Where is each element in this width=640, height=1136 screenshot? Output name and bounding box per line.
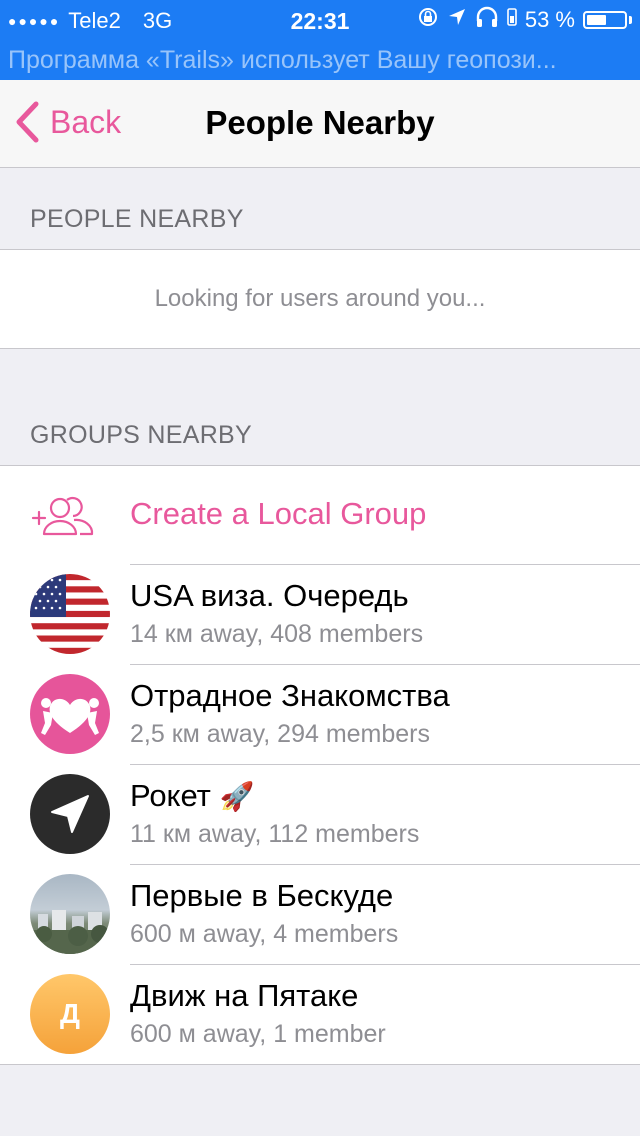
heart-couple-avatar bbox=[30, 674, 110, 754]
group-distance-members: 14 км away, 408 members bbox=[130, 620, 424, 648]
row-separator bbox=[130, 664, 640, 665]
group-row-otradnoe[interactable]: Отрадное Знакомства 2,5 км away, 294 mem… bbox=[0, 664, 640, 764]
navigation-bar: Back People Nearby bbox=[0, 80, 640, 168]
group-row-rocket[interactable]: Рокет 🚀 11 км away, 112 members bbox=[0, 764, 640, 864]
group-distance-members: 600 м away, 4 members bbox=[130, 920, 399, 948]
group-name: USA виза. Очередь bbox=[130, 578, 409, 613]
location-arrow-avatar bbox=[30, 774, 110, 854]
row-separator bbox=[130, 964, 640, 965]
group-distance-members: 11 км away, 112 members bbox=[130, 820, 420, 848]
group-distance-members: 600 м away, 1 member bbox=[130, 1020, 386, 1048]
group-row-usa-visa[interactable]: USA виза. Очередь 14 км away, 408 member… bbox=[0, 564, 640, 664]
battery-tip bbox=[629, 16, 632, 24]
groups-nearby-header: GROUPS NEARBY bbox=[30, 421, 253, 449]
location-usage-banner[interactable]: Программа «Trails» использует Вашу геопо… bbox=[0, 40, 640, 80]
row-separator bbox=[130, 864, 640, 865]
row-separator bbox=[130, 564, 640, 565]
group-row-beskudnikovo[interactable]: Первые в Бескуде 600 м away, 4 members bbox=[0, 864, 640, 964]
group-name-text: Рокет bbox=[130, 778, 211, 813]
usa-flag-avatar bbox=[30, 574, 110, 654]
group-name: Движ на Пятаке bbox=[130, 978, 359, 1013]
battery-percent-label: 53 % bbox=[524, 7, 575, 32]
group-name: Рокет 🚀 bbox=[130, 778, 254, 814]
people-nearby-header: PEOPLE NEARBY bbox=[30, 205, 244, 233]
battery-fill bbox=[587, 15, 606, 25]
battery-icon bbox=[583, 11, 627, 29]
group-row-dvizh[interactable]: Д Движ на Пятаке 600 м away, 1 member bbox=[0, 964, 640, 1064]
rocket-emoji-icon: 🚀 bbox=[219, 781, 255, 812]
group-name: Первые в Бескуде bbox=[130, 878, 394, 913]
cityscape-photo-avatar bbox=[30, 874, 110, 954]
group-name: Отрадное Знакомства bbox=[130, 678, 450, 713]
create-local-group-button[interactable]: Create a Local Group bbox=[0, 466, 640, 564]
add-group-icon bbox=[30, 492, 96, 543]
status-bar: ●●●●● Tele2 3G 22:31 53 % bbox=[0, 0, 640, 40]
location-arrow-icon bbox=[447, 7, 467, 33]
headphones-icon bbox=[475, 6, 499, 34]
people-nearby-status: Looking for users around you... bbox=[0, 249, 640, 349]
group-distance-members: 2,5 км away, 294 members bbox=[130, 720, 431, 748]
letter-avatar: Д bbox=[30, 974, 110, 1054]
row-separator bbox=[130, 764, 640, 765]
groups-list: Create a Local Group USA виза. Очередь 1… bbox=[0, 465, 640, 1065]
battery-bars-icon bbox=[507, 7, 517, 33]
status-right: 53 % bbox=[417, 6, 632, 34]
page-title: People Nearby bbox=[205, 104, 435, 141]
rotation-lock-icon bbox=[417, 6, 439, 34]
create-local-group-label: Create a Local Group bbox=[130, 496, 427, 531]
